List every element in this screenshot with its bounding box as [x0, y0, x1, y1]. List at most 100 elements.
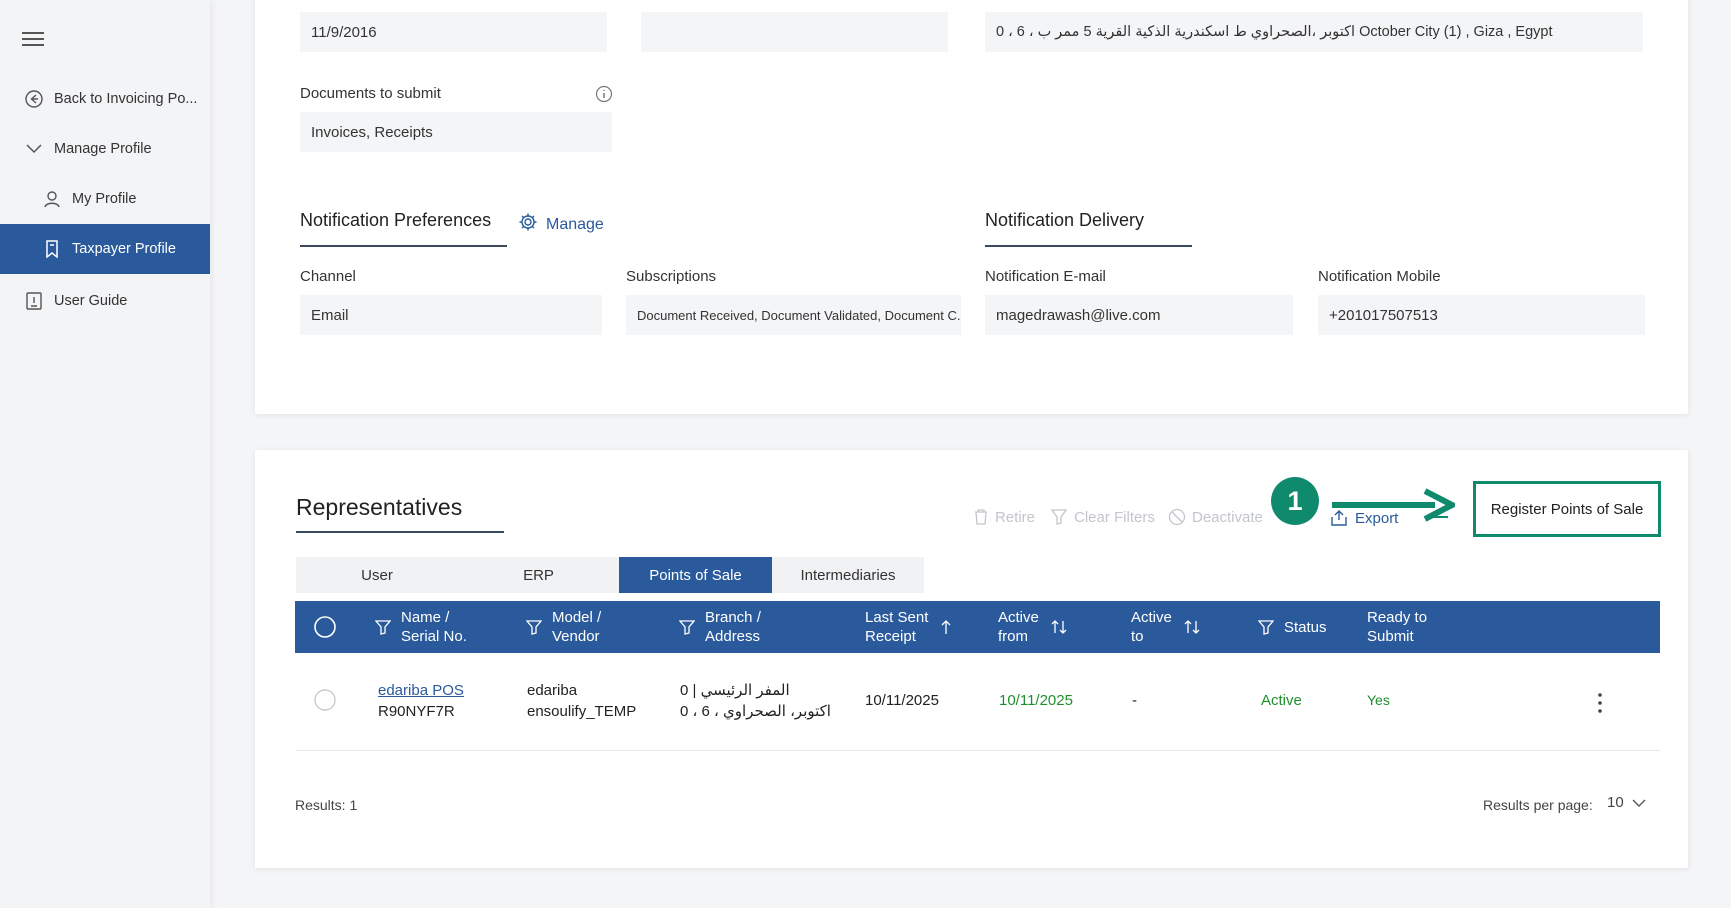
cell-name: edariba POS R90NYF7R [378, 680, 464, 722]
vendor-text: ensoulify_TEMP [527, 703, 637, 720]
column-status[interactable]: Status [1258, 601, 1327, 653]
sidebar-item-user-guide[interactable]: User Guide [0, 276, 210, 326]
column-label: Branch / [705, 609, 761, 626]
column-label: Last Sent [865, 609, 929, 626]
column-label: Active [998, 609, 1039, 626]
column-label: Model / [552, 609, 602, 626]
notification-email-label: Notification E-mail [985, 268, 1106, 285]
sidebar-item-label: Back to Invoicing Po... [54, 91, 198, 107]
table-header: Name / Serial No. Model / Vendor Branch / A… [295, 601, 1660, 653]
clear-filters-button[interactable]: Clear Filters [1050, 508, 1155, 526]
column-label: Status [1284, 618, 1327, 636]
results-per-page-select[interactable]: 10 [1607, 794, 1646, 811]
filter-icon [375, 620, 391, 635]
notification-email-field: magedrawash@live.com [985, 295, 1293, 335]
column-active-from[interactable]: Active from [998, 601, 1067, 653]
sidebar-item-taxpayer-profile[interactable]: Taxpayer Profile [0, 224, 210, 274]
filter-icon [679, 620, 695, 635]
documents-field: Invoices, Receipts [300, 112, 612, 152]
notification-mobile-label: Notification Mobile [1318, 268, 1441, 285]
tab-user[interactable]: User [296, 557, 458, 593]
hamburger-menu-icon[interactable] [22, 32, 44, 50]
tab-erp[interactable]: ERP [458, 557, 619, 593]
column-label: Active [1131, 609, 1172, 626]
title-underline [296, 531, 504, 533]
cell-active-to: - [1132, 692, 1137, 709]
empty-field [641, 12, 948, 52]
more-options-icon[interactable] [1596, 692, 1604, 719]
tab-underline [985, 245, 1192, 247]
book-icon [22, 291, 46, 311]
chevron-down-icon [22, 139, 46, 159]
filter-icon [526, 620, 542, 635]
notification-delivery-title: Notification Delivery [985, 210, 1145, 230]
arrow-icon [1332, 488, 1455, 522]
sort-icon [1184, 620, 1200, 634]
sidebar-item-manage-profile[interactable]: Manage Profile [0, 124, 210, 174]
register-points-of-sale-button[interactable]: Register Points of Sale [1473, 481, 1661, 537]
row-checkbox[interactable] [313, 688, 337, 717]
column-active-to[interactable]: Active to [1131, 601, 1200, 653]
profile-panel [255, 0, 1688, 414]
manage-label: Manage [546, 215, 604, 233]
clear-filters-label: Clear Filters [1074, 508, 1155, 526]
column-last-sent[interactable]: Last Sent Receipt [865, 601, 952, 653]
sidebar-item-label: Manage Profile [54, 141, 152, 157]
gear-icon [518, 212, 538, 237]
registration-date-field: 11/9/2016 [300, 12, 607, 52]
manage-link[interactable]: Manage [518, 212, 604, 237]
column-label: Name / [401, 609, 450, 626]
results-per-page-label: Results per page: [1483, 797, 1593, 813]
column-label: Submit [1367, 628, 1414, 645]
deactivate-label: Deactivate [1192, 508, 1263, 526]
representative-tabs: User ERP Points of Sale Intermediaries [296, 557, 924, 593]
cell-active-from: 10/11/2025 [999, 692, 1073, 709]
sidebar-item-back-to-invoicing[interactable]: Back to Invoicing Po... [0, 74, 210, 124]
sidebar-item-my-profile[interactable]: My Profile [0, 174, 210, 224]
retire-label: Retire [995, 508, 1036, 526]
filter-clear-icon [1050, 509, 1068, 525]
column-branch[interactable]: Branch / Address [679, 601, 761, 653]
column-model[interactable]: Model / Vendor [526, 601, 601, 653]
column-name[interactable]: Name / Serial No. [375, 601, 467, 653]
model-text: edariba [527, 682, 578, 699]
subscriptions-label: Subscriptions [626, 268, 717, 285]
channel-field: Email [300, 295, 602, 335]
representatives-title: Representatives [296, 494, 463, 520]
address-field: 0 ، 6 ، اكتوبر ،الصحراوي ط اسكندرية الذك… [985, 12, 1643, 52]
serial-number: R90NYF7R [378, 703, 455, 720]
cell-branch: 0 | المفر الرئيسي 0 ، 6 ، اكتوبر، الصحرا… [680, 680, 831, 722]
subscriptions-field: Document Received, Document Validated, D… [626, 295, 961, 335]
sidebar-item-label: Taxpayer Profile [72, 241, 176, 257]
address-text: 0 ، 6 ، اكتوبر، الصحراوي [680, 703, 831, 720]
cell-model: edariba ensoulify_TEMP [527, 680, 636, 722]
deactivate-button[interactable]: Deactivate [1168, 508, 1263, 526]
column-label: Serial No. [401, 628, 467, 645]
notification-preferences-title: Notification Preferences [300, 210, 492, 230]
user-icon [40, 190, 64, 208]
bookmark-icon [40, 240, 64, 258]
tab-points-of-sale[interactable]: Points of Sale [619, 557, 772, 593]
filter-icon [1258, 620, 1274, 635]
cell-ready: Yes [1367, 692, 1390, 708]
info-icon[interactable] [595, 85, 613, 108]
per-page-value: 10 [1607, 794, 1624, 811]
branch-text: 0 | المفر الرئيسي [680, 682, 790, 699]
cell-status: Active [1261, 692, 1302, 709]
tab-intermediaries[interactable]: Intermediaries [772, 557, 924, 593]
sidebar: Back to Invoicing Po... Manage Profile M… [0, 0, 210, 908]
channel-label: Channel [300, 268, 356, 285]
deactivate-icon [1168, 508, 1186, 526]
column-label: Address [705, 628, 761, 645]
pos-name-link[interactable]: edariba POS [378, 680, 464, 701]
column-ready[interactable]: Ready to Submit [1367, 601, 1427, 653]
row-divider [296, 750, 1660, 751]
select-all-checkbox[interactable] [313, 601, 337, 653]
sort-asc-icon [941, 620, 951, 634]
back-circle-icon [22, 89, 46, 109]
sidebar-item-label: My Profile [72, 191, 137, 207]
trash-icon [975, 509, 987, 525]
retire-button[interactable]: Retire [973, 508, 1035, 526]
column-label: to [1131, 628, 1144, 645]
step-badge: 1 [1271, 477, 1319, 525]
